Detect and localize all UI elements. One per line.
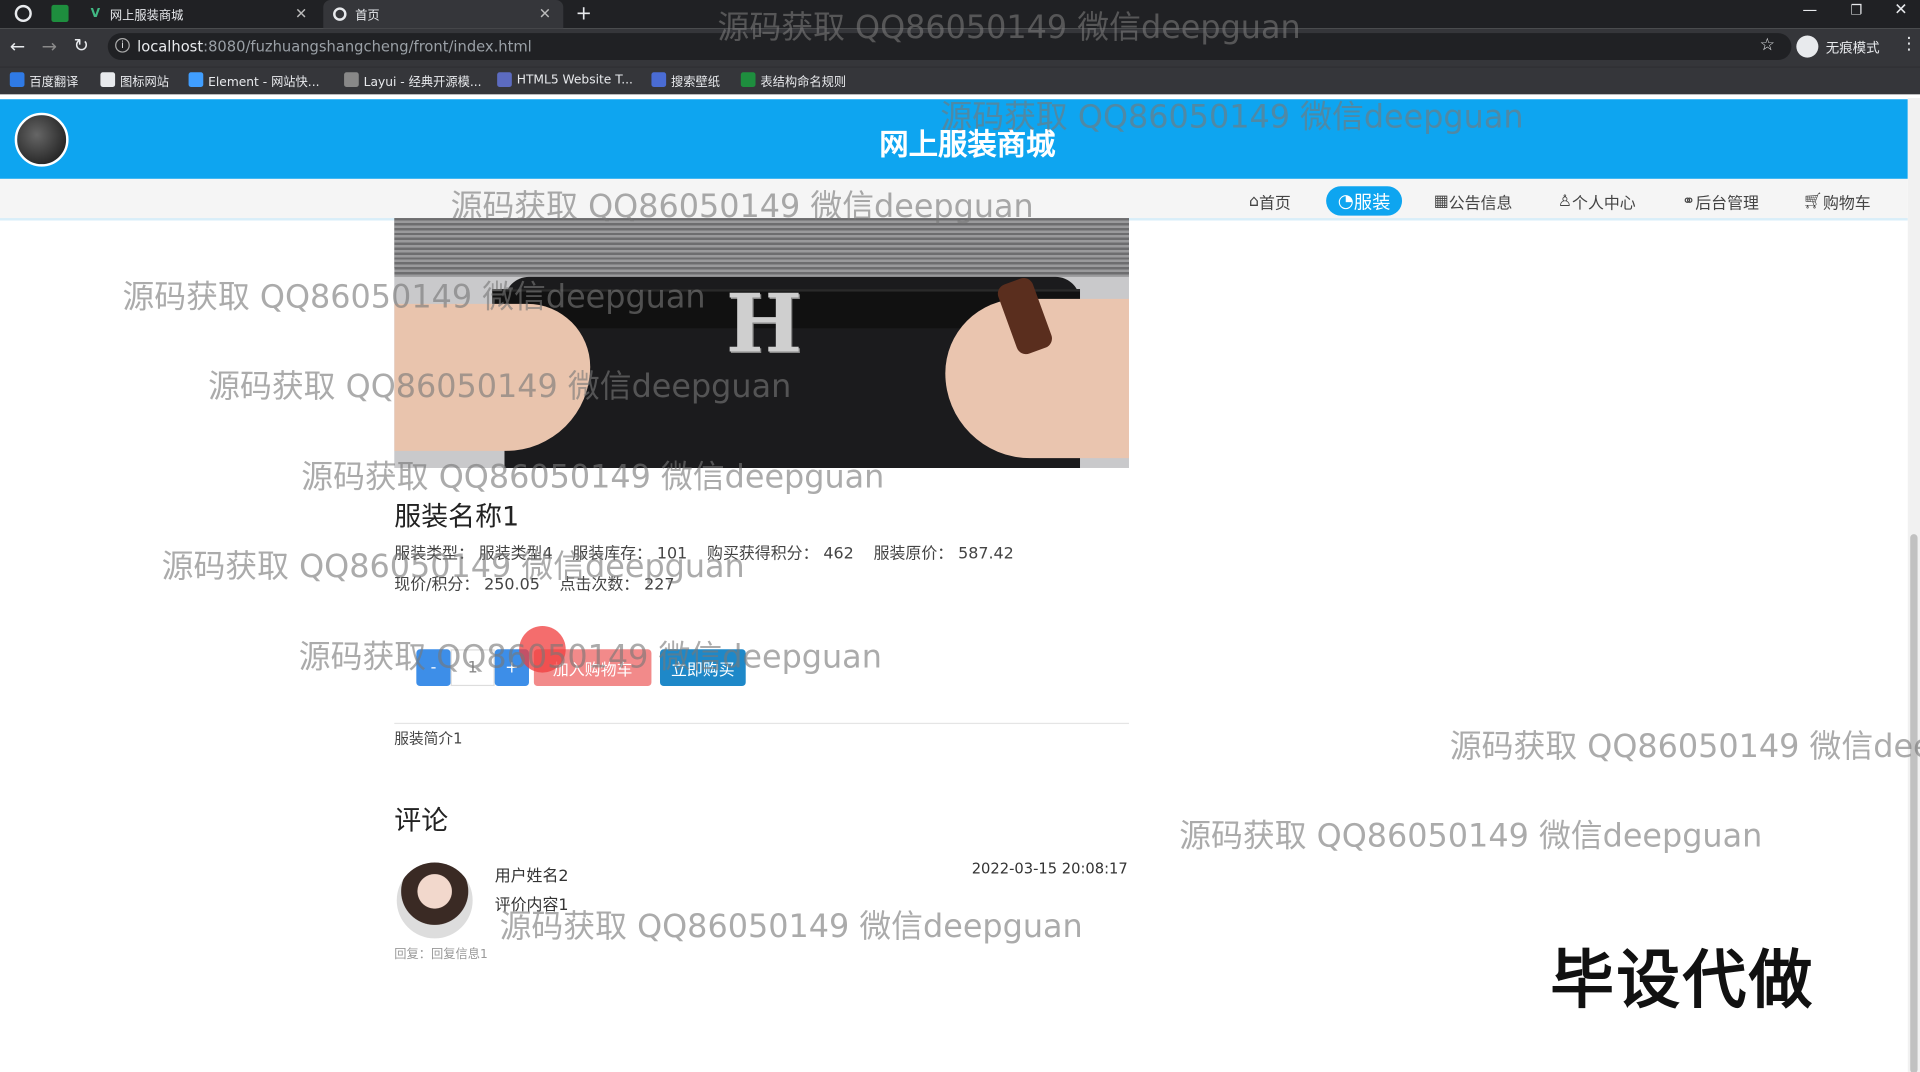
comment-content: 评价内容1 <box>494 896 569 916</box>
translate-icon <box>9 72 25 87</box>
nav-home[interactable]: ⌂ 首页 <box>1237 186 1303 215</box>
product-image: H <box>394 218 1129 468</box>
address-bar[interactable]: i localhost:8080/fuzhuangshangcheng/fron… <box>107 33 1792 61</box>
comments-heading: 评论 <box>394 806 449 837</box>
watermark: 源码获取 QQ86050149 微信deepguan <box>1449 728 1920 766</box>
nav-clothes[interactable]: ◔ 服装 <box>1326 186 1403 216</box>
watermark: 源码获取 QQ86050149 微信deepguan <box>1179 818 1763 856</box>
bookmark-item[interactable]: 图标网站 <box>100 69 169 91</box>
orig-price-value: 587.42 <box>958 545 1014 564</box>
bookmark-item[interactable]: Layui - 经典开源模... <box>344 69 482 91</box>
sheet-icon <box>740 72 756 87</box>
bookmark-item[interactable]: Element - 网站快... <box>188 69 319 91</box>
url-host: localhost <box>137 37 204 56</box>
cart-icon: 🛒︎ <box>1802 191 1823 211</box>
minimize-icon[interactable]: — <box>1802 1 1817 18</box>
tab-home[interactable]: 首页 ✕ <box>323 0 564 29</box>
orig-price-label: 服装原价： <box>873 545 954 564</box>
restore-icon[interactable]: ❐ <box>1850 2 1862 18</box>
back-icon[interactable]: ← <box>10 36 25 58</box>
user-icon: ♙ <box>1557 191 1573 211</box>
bookmark-item[interactable]: 搜索壁纸 <box>651 69 720 91</box>
site-title: 网上服装商城 <box>879 127 1056 162</box>
bookmark-item[interactable]: 百度翻译 <box>9 69 79 91</box>
stock-label: 服装库存： <box>572 545 652 564</box>
forward-icon[interactable]: → <box>42 36 57 58</box>
layui-icon <box>344 72 359 87</box>
url-path: :8080/fuzhuangshangcheng/front/index.htm… <box>203 37 532 56</box>
screen: V 网上服装商城 ✕ 首页 ✕ + — ❐ ✕ ← → ↻ i localhos… <box>0 0 1920 1072</box>
more-icon[interactable]: ⋮ <box>1900 34 1917 54</box>
buy-now-button[interactable]: 立即购买 <box>660 649 746 687</box>
clicks-label: 点击次数： <box>559 575 640 595</box>
reload-icon[interactable]: ↻ <box>73 34 88 56</box>
window-close-icon[interactable]: ✕ <box>1894 1 1907 19</box>
nav-profile[interactable]: ♙ 个人中心 <box>1550 186 1643 215</box>
element-icon <box>188 72 204 87</box>
tab-title: 网上服装商城 <box>109 9 184 24</box>
qty-minus-button[interactable]: - <box>416 649 451 687</box>
sheet-tab-icon[interactable] <box>51 4 69 23</box>
points-value: 462 <box>823 545 854 564</box>
close-icon[interactable]: ✕ <box>539 5 551 22</box>
product-name: 服装名称1 <box>394 502 520 533</box>
vue-icon: V <box>90 7 101 21</box>
stock-value: 101 <box>656 545 688 564</box>
new-tab-icon[interactable]: + <box>576 1 592 24</box>
qty-input[interactable]: 1 <box>450 649 495 687</box>
close-icon[interactable]: ✕ <box>295 5 307 22</box>
flag-icon <box>100 72 116 87</box>
nav-admin[interactable]: ⚭ 后台管理 <box>1674 186 1767 215</box>
globe-icon <box>333 7 347 21</box>
type-value: 服装类型4 <box>478 545 553 564</box>
comment-time: 2022-03-15 20:08:17 <box>971 860 1128 878</box>
click-cursor-indicator <box>519 626 566 673</box>
chrome-menu-icon[interactable] <box>14 4 32 23</box>
avatar <box>396 862 473 939</box>
tab-shop[interactable]: V 网上服装商城 ✕ <box>81 0 320 28</box>
price-label: 现价/积分： <box>394 575 480 595</box>
profile-label[interactable]: 无痕模式 <box>1826 38 1880 58</box>
product-meta-row-1: 服装类型： 服装类型4 服装库存： 101 购买获得积分： 462 服装原价： 587.… <box>394 540 1018 563</box>
bookmark-item[interactable]: 表结构命名规则 <box>740 69 846 91</box>
home-icon: ⌂ <box>1248 191 1259 211</box>
clicks-value: 227 <box>644 575 675 595</box>
tab-title: 首页 <box>355 9 380 24</box>
points-label: 购买获得积分： <box>707 545 819 564</box>
info-icon[interactable]: i <box>115 37 130 53</box>
clothes-icon: ◔ <box>1337 189 1354 212</box>
incognito-icon[interactable] <box>1796 35 1819 58</box>
html5-icon <box>497 72 512 87</box>
watermark: 源码获取 QQ86050149 微信deepguan <box>499 909 1083 946</box>
nav-cart[interactable]: 🛒︎ 购物车 <box>1798 186 1876 215</box>
product-intro: 服装简介1 <box>394 730 463 748</box>
type-label: 服装类型： <box>394 545 474 564</box>
notice-icon: ▦ <box>1433 191 1449 211</box>
overlay-text: 毕设代做 <box>1550 944 1815 1019</box>
scrollbar-thumb[interactable] <box>1910 534 1918 1072</box>
product-meta-row-2: 现价/积分： 250.05 点击次数： 227 <box>394 571 679 594</box>
nav-notice[interactable]: ▦ 公告信息 <box>1427 186 1520 215</box>
bookmark-star-icon[interactable]: ☆ <box>1760 36 1775 56</box>
bookmark-item[interactable]: HTML5 Website T... <box>497 69 633 91</box>
wallpaper-icon <box>651 72 667 87</box>
link-icon: ⚭ <box>1681 191 1696 211</box>
comment-user: 用户姓名2 <box>494 867 569 886</box>
comment-reply: 回复：回复信息1 <box>394 948 488 962</box>
divider <box>394 722 1129 725</box>
price-value: 250.05 <box>484 575 540 595</box>
